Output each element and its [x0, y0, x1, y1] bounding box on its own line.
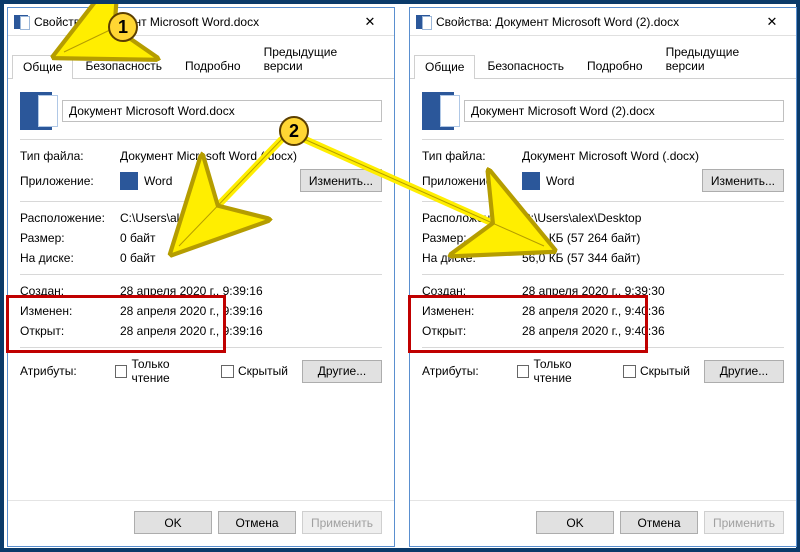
- location-label: Расположение:: [20, 211, 120, 225]
- filename-input[interactable]: [464, 100, 784, 122]
- callout-2-label: 2: [289, 121, 299, 142]
- location-label: Расположение:: [422, 211, 522, 225]
- tab-previous-versions[interactable]: Предыдущие версии: [253, 40, 389, 78]
- filetype-value: Документ Microsoft Word (.docx): [120, 149, 297, 163]
- opened-label: Открыт:: [20, 324, 120, 338]
- tab-details[interactable]: Подробно: [174, 54, 252, 78]
- ondisk-label: На диске:: [422, 251, 522, 265]
- properties-dialog-right: Свойства: Документ Microsoft Word (2).do…: [409, 7, 797, 547]
- readonly-checkbox[interactable]: [115, 365, 127, 378]
- app-value: Word: [144, 174, 172, 188]
- titlebar[interactable]: Свойства: Документ Microsoft Word.docx ✕: [8, 8, 394, 36]
- attrs-label: Атрибуты:: [20, 364, 115, 378]
- word-app-icon: [522, 172, 540, 190]
- titlebar[interactable]: Свойства: Документ Microsoft Word (2).do…: [410, 8, 796, 36]
- ok-button[interactable]: OK: [536, 511, 614, 534]
- dialog-body: Тип файла:Документ Microsoft Word (.docx…: [8, 79, 394, 500]
- close-button[interactable]: ✕: [752, 9, 792, 35]
- modified-value: 28 апреля 2020 г., 9:40:36: [522, 304, 665, 318]
- app-label: Приложение:: [20, 174, 120, 188]
- app-value: Word: [546, 174, 574, 188]
- hidden-label: Скрытый: [640, 364, 690, 378]
- word-file-icon: [422, 92, 454, 130]
- close-icon: ✕: [365, 14, 376, 30]
- ok-button[interactable]: OK: [134, 511, 212, 534]
- hidden-label: Скрытый: [238, 364, 288, 378]
- other-attrs-button[interactable]: Другие...: [704, 360, 784, 383]
- word-icon: [14, 15, 28, 29]
- ondisk-value: 56,0 КБ (57 344 байт): [522, 251, 640, 265]
- opened-value: 28 апреля 2020 г., 9:39:16: [120, 324, 263, 338]
- callout-2: 2: [279, 116, 309, 146]
- modified-label: Изменен:: [422, 304, 522, 318]
- dialog-footer: OK Отмена Применить: [410, 500, 796, 546]
- modified-label: Изменен:: [20, 304, 120, 318]
- tab-security[interactable]: Безопасность: [476, 54, 575, 78]
- apply-button[interactable]: Применить: [302, 511, 382, 534]
- tab-general[interactable]: Общие: [414, 55, 475, 79]
- filename-input[interactable]: [62, 100, 382, 122]
- apply-button[interactable]: Применить: [704, 511, 784, 534]
- app-label: Приложение:: [422, 174, 522, 188]
- size-label: Размер:: [422, 231, 522, 245]
- created-value: 28 апреля 2020 г., 9:39:16: [120, 284, 263, 298]
- opened-label: Открыт:: [422, 324, 522, 338]
- size-value: 55,9 КБ (57 264 байт): [522, 231, 640, 245]
- hidden-checkbox[interactable]: [221, 365, 234, 378]
- size-value: 0 байт: [120, 231, 155, 245]
- change-app-button[interactable]: Изменить...: [702, 169, 784, 192]
- hidden-checkbox[interactable]: [623, 365, 636, 378]
- readonly-checkbox[interactable]: [517, 365, 529, 378]
- location-value: C:\Users\alex\Desktop: [120, 211, 239, 225]
- ondisk-value: 0 байт: [120, 251, 155, 265]
- modified-value: 28 апреля 2020 г., 9:39:16: [120, 304, 263, 318]
- tab-strip: Общие Безопасность Подробно Предыдущие в…: [410, 36, 796, 79]
- ondisk-label: На диске:: [20, 251, 120, 265]
- callout-1: 1: [108, 12, 138, 42]
- created-label: Создан:: [20, 284, 120, 298]
- filetype-label: Тип файла:: [422, 149, 522, 163]
- callout-1-label: 1: [118, 17, 128, 38]
- cancel-button[interactable]: Отмена: [620, 511, 698, 534]
- created-value: 28 апреля 2020 г., 9:39:30: [522, 284, 665, 298]
- readonly-label: Только чтение: [533, 357, 609, 385]
- tab-general[interactable]: Общие: [12, 55, 73, 79]
- properties-dialog-left: Свойства: Документ Microsoft Word.docx ✕…: [7, 7, 395, 547]
- word-file-icon: [20, 92, 52, 130]
- tab-security[interactable]: Безопасность: [74, 54, 173, 78]
- tab-strip: Общие Безопасность Подробно Предыдущие в…: [8, 36, 394, 79]
- window-title: Свойства: Документ Microsoft Word.docx: [34, 15, 259, 29]
- opened-value: 28 апреля 2020 г., 9:40:36: [522, 324, 665, 338]
- word-app-icon: [120, 172, 138, 190]
- tab-details[interactable]: Подробно: [576, 54, 654, 78]
- dialog-footer: OK Отмена Применить: [8, 500, 394, 546]
- attrs-label: Атрибуты:: [422, 364, 517, 378]
- filetype-label: Тип файла:: [20, 149, 120, 163]
- word-icon: [416, 15, 430, 29]
- dialog-body: Тип файла:Документ Microsoft Word (.docx…: [410, 79, 796, 500]
- other-attrs-button[interactable]: Другие...: [302, 360, 382, 383]
- change-app-button[interactable]: Изменить...: [300, 169, 382, 192]
- filetype-value: Документ Microsoft Word (.docx): [522, 149, 699, 163]
- size-label: Размер:: [20, 231, 120, 245]
- cancel-button[interactable]: Отмена: [218, 511, 296, 534]
- tab-previous-versions[interactable]: Предыдущие версии: [655, 40, 791, 78]
- readonly-label: Только чтение: [131, 357, 207, 385]
- close-button[interactable]: ✕: [350, 9, 390, 35]
- location-value: C:\Users\alex\Desktop: [522, 211, 641, 225]
- created-label: Создан:: [422, 284, 522, 298]
- window-title: Свойства: Документ Microsoft Word (2).do…: [436, 15, 679, 29]
- close-icon: ✕: [767, 14, 778, 30]
